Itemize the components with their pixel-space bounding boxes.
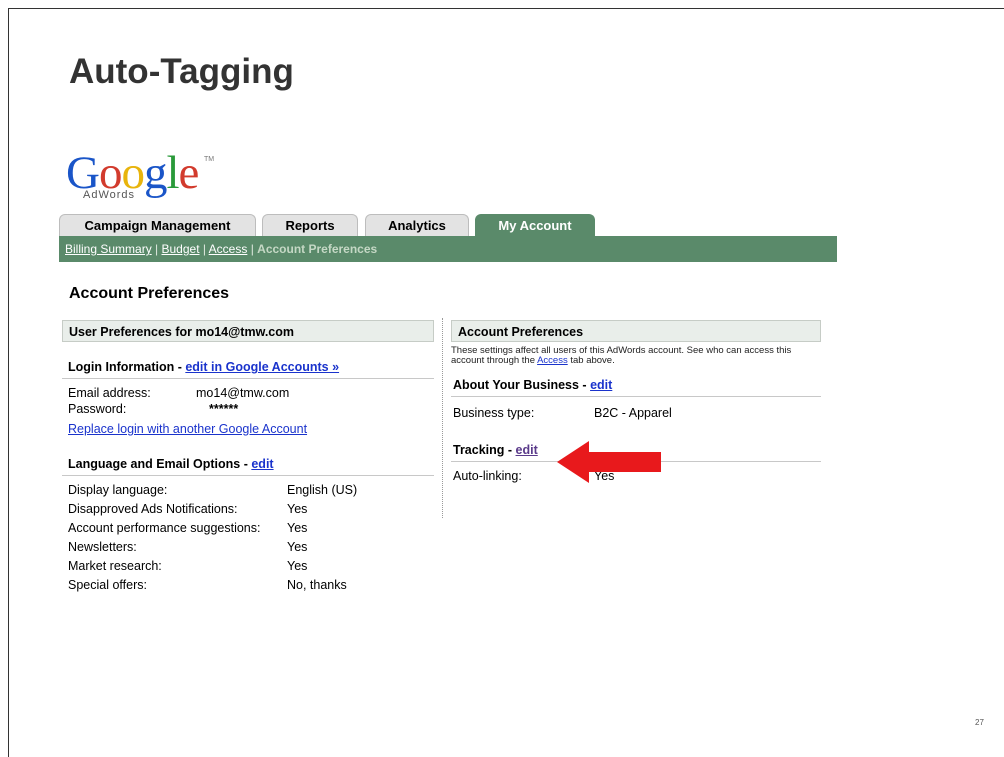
business-type-label: Business type:: [453, 406, 535, 420]
disapproved-ads-label: Disapproved Ads Notifications:: [68, 502, 238, 516]
logo-tm: TM: [204, 156, 215, 163]
auto-linking-label: Auto-linking:: [453, 469, 522, 483]
replace-login-link[interactable]: Replace login with another Google Accoun…: [68, 422, 307, 436]
email-row: Email address: mo14@tmw.com: [62, 385, 434, 401]
language-options-label: Language and Email Options -: [68, 457, 252, 471]
special-offers-value: No, thanks: [287, 578, 347, 592]
subnav-current-account-preferences: Account Preferences: [257, 242, 378, 256]
market-research-label: Market research:: [68, 559, 162, 573]
user-preferences-panel: User Preferences for mo14@tmw.com Login …: [62, 320, 434, 593]
password-row: Password: ******: [62, 401, 434, 417]
edit-language-options-link[interactable]: edit: [251, 457, 273, 471]
login-information-label: Login Information -: [68, 360, 186, 374]
access-tab-link[interactable]: Access: [537, 355, 568, 366]
note-text-before: These settings affect all users of this …: [451, 345, 792, 366]
logo-subtitle: AdWords: [83, 189, 136, 201]
subnav-separator: |: [151, 242, 162, 256]
replace-login-row: Replace login with another Google Accoun…: [62, 421, 434, 437]
newsletters-value: Yes: [287, 540, 308, 554]
about-business-title: About Your Business - edit: [451, 372, 821, 397]
performance-suggestions-value: Yes: [287, 521, 308, 535]
tab-analytics[interactable]: Analytics: [365, 214, 469, 236]
business-type-value: B2C - Apparel: [594, 406, 672, 420]
note-text-after: tab above.: [567, 355, 615, 366]
password-value: ******: [209, 402, 239, 416]
subnav-billing-summary[interactable]: Billing Summary: [65, 242, 152, 256]
language-options-title: Language and Email Options - edit: [62, 451, 434, 476]
page-heading: Account Preferences: [69, 285, 230, 302]
newsletters-row: Newsletters: Yes: [62, 539, 434, 555]
performance-suggestions-label: Account performance suggestions:: [68, 521, 261, 535]
tab-campaign-management[interactable]: Campaign Management: [59, 214, 256, 236]
subnav-separator: |: [247, 242, 258, 256]
subnav-access[interactable]: Access: [209, 242, 248, 256]
account-preferences-header: Account Preferences: [451, 320, 821, 342]
subnav-budget[interactable]: Budget: [162, 242, 200, 256]
email-label: Email address:: [68, 386, 151, 400]
red-arrow-icon: [557, 441, 661, 483]
login-information-title: Login Information - edit in Google Accou…: [62, 354, 434, 379]
subnav-bar: Billing Summary | Budget | Access | Acco…: [59, 236, 837, 262]
tab-my-account[interactable]: My Account: [475, 214, 595, 236]
disapproved-ads-row: Disapproved Ads Notifications: Yes: [62, 501, 434, 517]
business-type-row: Business type: B2C - Apparel: [451, 405, 821, 421]
market-research-row: Market research: Yes: [62, 558, 434, 574]
email-value: mo14@tmw.com: [196, 386, 290, 400]
slide-title: Auto-Tagging: [69, 52, 294, 91]
disapproved-ads-value: Yes: [287, 502, 308, 516]
performance-suggestions-row: Account performance suggestions: Yes: [62, 520, 434, 536]
edit-google-accounts-link[interactable]: edit in Google Accounts »: [185, 360, 339, 374]
user-preferences-header: User Preferences for mo14@tmw.com: [62, 320, 434, 342]
market-research-value: Yes: [287, 559, 308, 573]
password-label: Password:: [68, 402, 127, 416]
about-business-label: About Your Business -: [453, 378, 591, 392]
tab-reports[interactable]: Reports: [262, 214, 358, 236]
tracking-label: Tracking -: [453, 443, 516, 457]
edit-tracking-link[interactable]: edit: [516, 443, 538, 457]
subnav-separator: |: [199, 242, 209, 256]
display-language-label: Display language:: [68, 483, 168, 497]
account-preferences-note: These settings affect all users of this …: [451, 342, 821, 366]
display-language-row: Display language: English (US): [62, 482, 434, 498]
display-language-value: English (US): [287, 483, 358, 497]
newsletters-label: Newsletters:: [68, 540, 137, 554]
special-offers-row: Special offers: No, thanks: [62, 577, 434, 593]
edit-business-link[interactable]: edit: [590, 378, 612, 392]
column-divider: [442, 318, 443, 518]
page-number: 27: [975, 718, 984, 727]
google-adwords-logo: Google TM AdWords: [66, 150, 216, 206]
special-offers-label: Special offers:: [68, 578, 147, 592]
